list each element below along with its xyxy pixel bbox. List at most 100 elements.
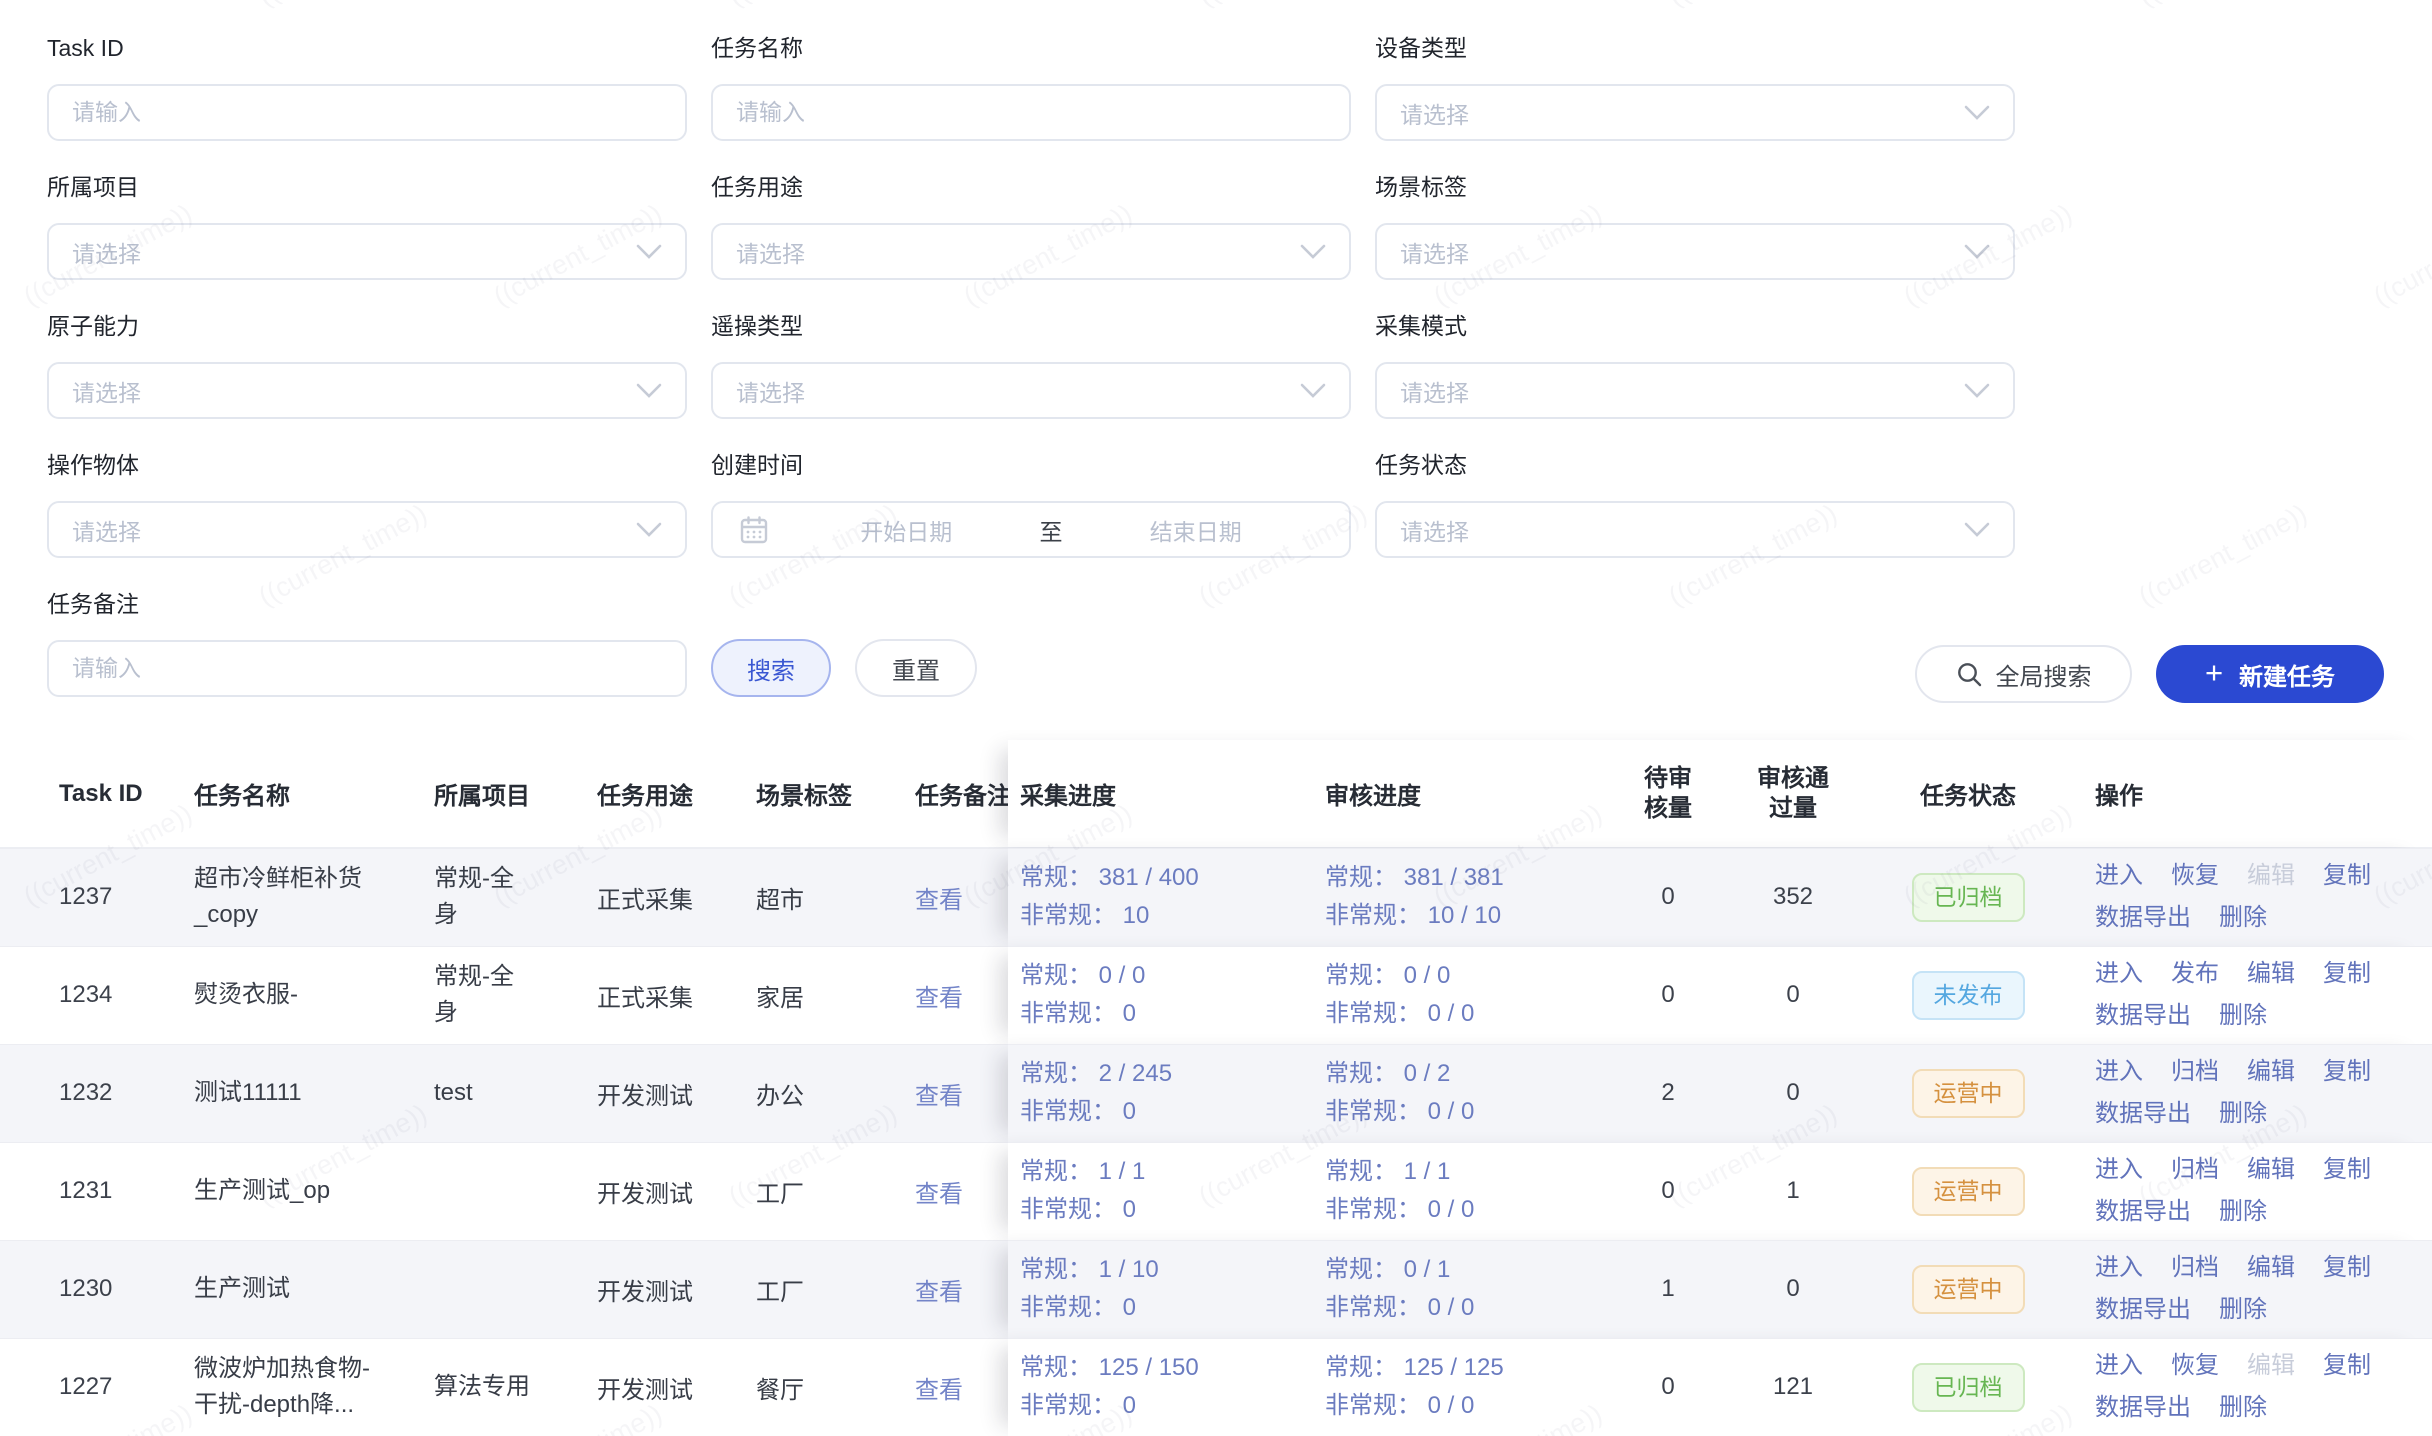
chevron-down-icon: [1300, 383, 1326, 399]
operation-link[interactable]: 复制: [2323, 1149, 2371, 1191]
scene-tag-select[interactable]: 请选择: [1375, 223, 2015, 280]
watermark-text: ((current_time)): [2134, 0, 2313, 13]
chevron-down-icon: [1964, 244, 1990, 260]
watermark-text: ((current_time)): [2134, 498, 2313, 613]
operation-link[interactable]: 进入: [2095, 855, 2143, 897]
cell-task-name: 超市冷鲜柜补货_copy: [194, 861, 434, 933]
review-progress-line: 常规： 1 / 1: [1325, 1153, 1618, 1191]
operation-link[interactable]: 数据导出: [2095, 1387, 2191, 1429]
view-link[interactable]: 查看: [915, 1083, 963, 1110]
cell-scene-tag: 超市: [756, 880, 915, 915]
header-pending-count: 待审 核量: [1618, 764, 1718, 824]
cell-pending-count: 0: [1618, 1177, 1718, 1205]
operation-link[interactable]: 恢复: [2171, 855, 2219, 897]
operation-link[interactable]: 归档: [2171, 1051, 2219, 1093]
global-search-label: 全局搜索: [1996, 657, 2092, 692]
view-link[interactable]: 查看: [915, 1279, 963, 1306]
chevron-down-icon: [1964, 383, 1990, 399]
operation-link[interactable]: 发布: [2171, 953, 2219, 995]
collect-progress-line: 非常规： 0: [1020, 1387, 1313, 1425]
cell-status: 已归档: [1868, 1363, 2068, 1412]
view-link[interactable]: 查看: [915, 887, 963, 914]
header-line: 核量: [1644, 794, 1692, 824]
cell-project: test: [434, 1075, 597, 1111]
operation-link[interactable]: 删除: [2219, 1191, 2267, 1233]
toolbar-actions: 全局搜索 + 新建任务: [1915, 645, 2384, 703]
operations-line: 进入归档编辑复制: [2095, 1149, 2432, 1191]
cell-operations: 进入发布编辑复制数据导出删除: [2068, 953, 2432, 1037]
device-type-select[interactable]: 请选择: [1375, 84, 2015, 141]
calendar-icon: [739, 515, 769, 545]
operation-link[interactable]: 数据导出: [2095, 1289, 2191, 1331]
operation-link[interactable]: 删除: [2219, 1289, 2267, 1331]
operation-link[interactable]: 复制: [2323, 1247, 2371, 1289]
filter-label: 任务名称: [711, 33, 1351, 63]
start-date-field[interactable]: 开始日期: [779, 513, 1034, 547]
purpose-select[interactable]: 请选择: [711, 223, 1351, 280]
cell-operations: 进入归档编辑复制数据导出删除: [2068, 1247, 2432, 1331]
task-id-input[interactable]: [47, 84, 687, 141]
operation-link[interactable]: 归档: [2171, 1149, 2219, 1191]
filter-create-time: 创建时间 开始日期 至 结束日期: [711, 450, 1351, 558]
task-remark-input[interactable]: [47, 640, 687, 697]
task-status-select[interactable]: 请选择: [1375, 501, 2015, 558]
filter-task-status: 任务状态 请选择: [1375, 450, 2015, 558]
chevron-down-icon: [1964, 522, 1990, 538]
global-search-button[interactable]: 全局搜索: [1915, 645, 2132, 703]
operation-link[interactable]: 数据导出: [2095, 995, 2191, 1037]
watermark-text: ((current_time)): [1664, 0, 1843, 13]
filter-scene-tag: 场景标签 请选择: [1375, 172, 2015, 280]
operation-link[interactable]: 复制: [2323, 855, 2371, 897]
end-date-field[interactable]: 结束日期: [1069, 513, 1324, 547]
search-button[interactable]: 搜索: [711, 639, 831, 697]
operation-link[interactable]: 删除: [2219, 897, 2267, 939]
operation-link[interactable]: 编辑: [2247, 1149, 2295, 1191]
operation-link[interactable]: 删除: [2219, 995, 2267, 1037]
operation-link[interactable]: 数据导出: [2095, 1191, 2191, 1233]
collect-mode-select[interactable]: 请选择: [1375, 362, 2015, 419]
project-select[interactable]: 请选择: [47, 223, 687, 280]
operation-link[interactable]: 复制: [2323, 953, 2371, 995]
operation-link[interactable]: 归档: [2171, 1247, 2219, 1289]
reset-button[interactable]: 重置: [855, 639, 977, 697]
filter-label: 操作物体: [47, 450, 687, 480]
view-link[interactable]: 查看: [915, 985, 963, 1012]
teleop-type-select[interactable]: 请选择: [711, 362, 1351, 419]
operation-link[interactable]: 进入: [2095, 1149, 2143, 1191]
operation-link[interactable]: 复制: [2323, 1051, 2371, 1093]
cell-operations: 进入恢复编辑复制数据导出删除: [2068, 1345, 2432, 1429]
operation-link[interactable]: 编辑: [2247, 953, 2295, 995]
operation-link[interactable]: 进入: [2095, 1345, 2143, 1387]
cell-review-progress: 常规： 0 / 2非常规： 0 / 0: [1313, 1055, 1618, 1131]
chevron-down-icon: [636, 383, 662, 399]
operation-link[interactable]: 进入: [2095, 953, 2143, 995]
create-time-range-picker[interactable]: 开始日期 至 结束日期: [711, 501, 1351, 558]
operation-link[interactable]: 进入: [2095, 1051, 2143, 1093]
plus-icon: +: [2205, 657, 2223, 688]
operation-link[interactable]: 进入: [2095, 1247, 2143, 1289]
view-link[interactable]: 查看: [915, 1181, 963, 1208]
filter-label: 任务备注: [47, 589, 687, 619]
operation-link[interactable]: 删除: [2219, 1387, 2267, 1429]
cell-approved-count: 1: [1718, 1177, 1868, 1205]
atomic-capability-select[interactable]: 请选择: [47, 362, 687, 419]
project-line: 身: [434, 897, 597, 933]
operation-link[interactable]: 复制: [2323, 1345, 2371, 1387]
view-link[interactable]: 查看: [915, 1377, 963, 1404]
operation-link[interactable]: 数据导出: [2095, 1093, 2191, 1135]
operation-link[interactable]: 编辑: [2247, 1051, 2295, 1093]
new-task-button[interactable]: + 新建任务: [2156, 645, 2384, 703]
operation-link[interactable]: 数据导出: [2095, 897, 2191, 939]
review-progress-line: 非常规： 10 / 10: [1325, 897, 1618, 935]
operated-object-select[interactable]: 请选择: [47, 501, 687, 558]
header-project: 所属项目: [434, 776, 597, 811]
filter-task-id: Task ID: [47, 33, 687, 141]
task-name-line: 测试11111: [194, 1075, 434, 1111]
cell-status: 未发布: [1868, 971, 2068, 1020]
filter-label: 原子能力: [47, 311, 687, 341]
operation-link[interactable]: 删除: [2219, 1093, 2267, 1135]
cell-scene-tag: 办公: [756, 1076, 915, 1111]
operation-link[interactable]: 恢复: [2171, 1345, 2219, 1387]
operation-link[interactable]: 编辑: [2247, 1247, 2295, 1289]
task-name-input[interactable]: [711, 84, 1351, 141]
